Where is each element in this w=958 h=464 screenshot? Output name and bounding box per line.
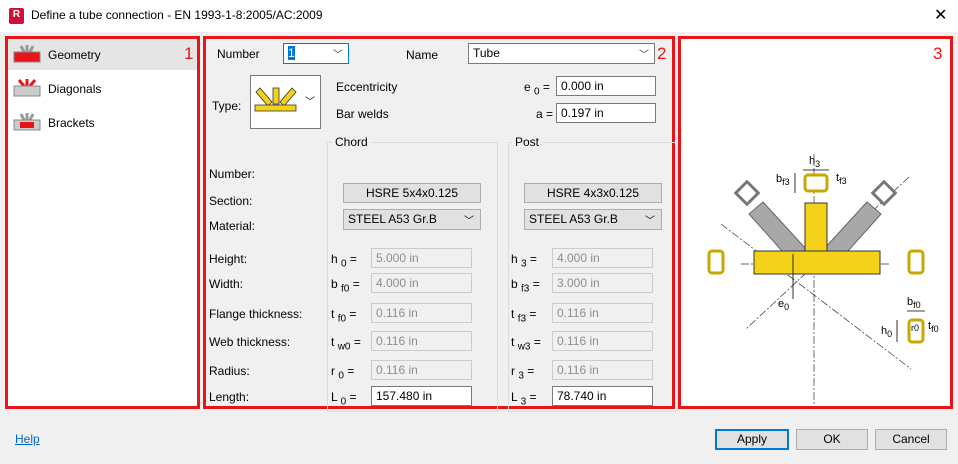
chord-param-symbol: h 0 = [331, 252, 357, 270]
eccentricity-input[interactable]: 0.000 in [556, 76, 656, 96]
chord-material-value: STEEL A53 Gr.B [348, 212, 437, 226]
post-param-symbol: L 3 = [511, 390, 537, 408]
number-value: 1 [288, 46, 295, 60]
title-bar: R Define a tube connection - EN 1993-1-8… [0, 0, 958, 32]
post-param-symbol: t w3 = [511, 335, 541, 353]
row-label: Material: [209, 219, 256, 233]
chevron-down-icon: ﹀ [333, 50, 343, 61]
diagonals-icon [13, 79, 41, 97]
chord-param-symbol: L 0 = [331, 390, 357, 408]
row-label: Height: [209, 252, 248, 266]
eccentricity-label: Eccentricity [336, 80, 398, 94]
close-button[interactable]: ✕ [934, 5, 947, 25]
tube-connection-diagram: h3 bf3 tf3 e0 bf0 h0 tf0 r0 [707, 154, 939, 406]
geometry-icon [13, 45, 41, 63]
chevron-down-icon: ﹀ [645, 216, 655, 227]
chord-param-input: 0.116 in [371, 331, 472, 351]
tube-type-icon [254, 87, 297, 112]
name-select[interactable]: Tube ﹀ [468, 43, 655, 64]
post-param-symbol: h 3 = [511, 252, 537, 270]
post-param-input: 0.116 in [552, 360, 653, 380]
sidebar-item-label: Diagonals [48, 81, 102, 96]
chord-title: Chord [332, 135, 371, 149]
sidebar: Geometry Diagonals Brackets 1 [5, 36, 200, 409]
chord-param-input: 5.000 in [371, 248, 472, 268]
chord-member [753, 250, 881, 275]
cancel-button[interactable]: Cancel [875, 429, 947, 450]
h3-label: h3 [809, 155, 820, 169]
number-label: Number [217, 47, 260, 61]
connection-diagram-panel: 3 h3 bf3 tf3 e0 bf0 h0 tf0 r0 [678, 36, 953, 409]
brackets-icon [13, 113, 41, 131]
name-value: Tube [473, 46, 500, 60]
chord-param-input: 0.116 in [371, 360, 472, 380]
app-logo-icon: R [9, 8, 24, 24]
chevron-down-icon: ﹀ [639, 50, 649, 61]
tf0-label: tf0 [928, 320, 939, 334]
post-param-input[interactable]: 78.740 in [552, 386, 653, 406]
chord-material-select[interactable]: STEEL A53 Gr.B ﹀ [343, 209, 481, 230]
row-label: Web thickness: [209, 335, 291, 349]
post-member [804, 202, 828, 254]
bf0-label: bf0 [907, 296, 921, 310]
bar-welds-label: Bar welds [336, 107, 389, 121]
panel-number: 2 [657, 44, 667, 63]
chord-param-symbol: r 0 = [331, 364, 355, 382]
chord-param-symbol: t f0 = [331, 307, 357, 325]
post-param-input: 3.000 in [552, 273, 653, 293]
post-param-symbol: r 3 = [511, 364, 535, 382]
bar-welds-input[interactable]: 0.197 in [556, 103, 656, 123]
post-section-button[interactable]: HSRE 4x3x0.125 [524, 183, 662, 203]
chord-section-button[interactable]: HSRE 5x4x0.125 [343, 183, 481, 203]
post-material-value: STEEL A53 Gr.B [529, 212, 618, 226]
sidebar-item-label: Geometry [48, 47, 101, 62]
panel-number: 1 [184, 44, 194, 63]
chord-param-input: 4.000 in [371, 273, 472, 293]
a-symbol: a = [536, 107, 554, 121]
post-param-symbol: t f3 = [511, 307, 537, 325]
chevron-down-icon: ﹀ [464, 216, 474, 227]
type-select[interactable]: ﹀ [250, 75, 321, 129]
chord-param-symbol: t w0 = [331, 335, 361, 353]
help-link[interactable]: Help [15, 432, 40, 446]
apply-button[interactable]: Apply [715, 429, 789, 450]
row-label: Section: [209, 194, 253, 208]
type-label: Type: [212, 99, 242, 113]
post-param-input: 0.116 in [552, 331, 653, 351]
sidebar-item-geometry[interactable]: Geometry [8, 39, 197, 70]
sidebar-item-label: Brackets [48, 115, 95, 130]
e0-label: e0 [778, 298, 789, 312]
post-param-symbol: b f3 = [511, 277, 540, 295]
row-label: Number: [209, 167, 256, 181]
tf3-label: tf3 [836, 172, 847, 186]
row-label: Length: [209, 390, 250, 404]
sidebar-item-diagonals[interactable]: Diagonals [8, 73, 197, 104]
post-title: Post [512, 135, 543, 149]
e0-symbol: e 0 = [524, 80, 550, 98]
h0-label: h0 [881, 325, 892, 339]
geometry-form: 2 Number 1 ﹀ Name Tube ﹀ Type: ﹀ Eccentric… [203, 36, 678, 412]
name-label: Name [406, 48, 439, 62]
chevron-down-icon: ﹀ [305, 97, 315, 108]
row-label: Width: [209, 277, 244, 291]
row-label: Flange thickness: [209, 307, 303, 321]
sidebar-item-brackets[interactable]: Brackets [8, 107, 197, 138]
number-select[interactable]: 1 ﹀ [283, 43, 349, 64]
r0-label: r0 [911, 323, 919, 333]
post-material-select[interactable]: STEEL A53 Gr.B ﹀ [524, 209, 662, 230]
post-param-input: 0.116 in [552, 303, 653, 323]
ok-button[interactable]: OK [796, 429, 868, 450]
post-param-input: 4.000 in [552, 248, 653, 268]
bf3-label: bf3 [776, 173, 790, 187]
chord-param-input[interactable]: 157.480 in [371, 386, 472, 406]
chord-param-input: 0.116 in [371, 303, 472, 323]
window-title: Define a tube connection - EN 1993-1-8:2… [31, 8, 323, 22]
row-label: Radius: [209, 364, 250, 378]
chord-param-symbol: b f0 = [331, 277, 360, 295]
